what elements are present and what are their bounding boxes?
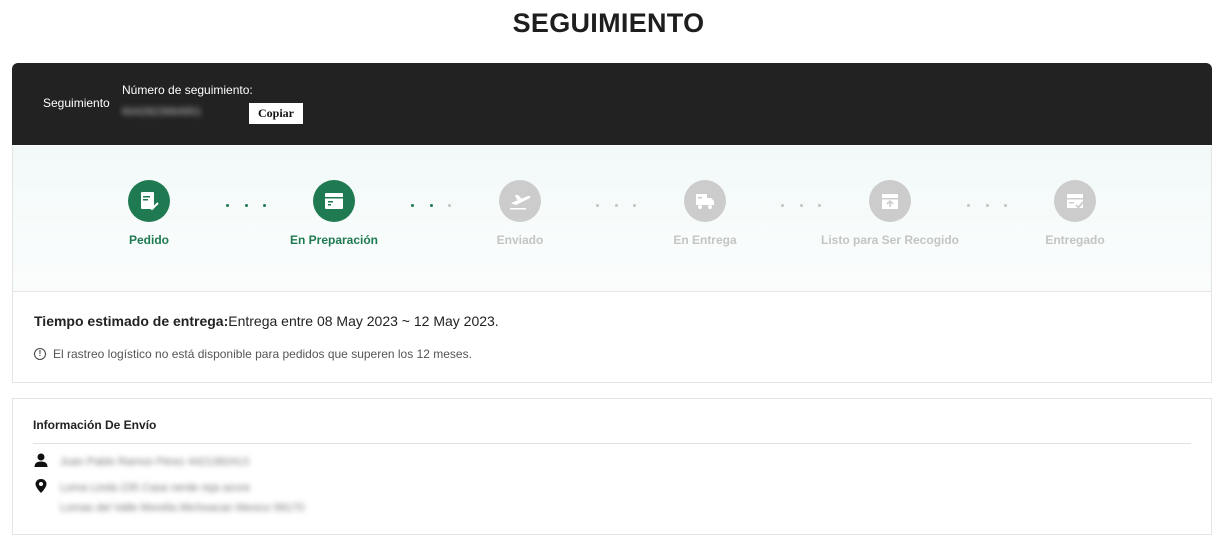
step-entregado: Entregado (995, 180, 1155, 247)
shipping-info-panel: Información De Envío Juan Pablo Ramos Pé… (12, 398, 1212, 535)
tracking-number: 6042823964951 (122, 106, 202, 118)
step-label: Enviado (496, 233, 544, 247)
tracking-number-label: Número de seguimiento: (122, 83, 253, 97)
recipient-row: Juan Pablo Ramos Pérez 4421382413 (33, 452, 249, 472)
tracking-header: Seguimiento Número de seguimiento: 60428… (12, 63, 1212, 145)
header-label: Seguimiento (43, 96, 110, 110)
address-line-1: Loma Linda 235 Casa verde reja azure (60, 482, 251, 494)
delivery-estimate-panel: Tiempo estimado de entrega:Entrega entre… (12, 291, 1212, 383)
step-pedido: Pedido (69, 180, 229, 247)
step-label: Pedido (128, 233, 169, 247)
tracking-notice: ! El rastreo logístico no está disponibl… (34, 347, 472, 361)
step-listo-para-recoger: Listo para Ser Recogido (810, 180, 970, 247)
step-enviado: Enviado (440, 180, 600, 247)
pickup-box-icon (869, 180, 911, 222)
step-label: En Entrega (673, 233, 737, 247)
eta-label: Tiempo estimado de entrega: (34, 313, 229, 329)
step-en-entrega: En Entrega (625, 180, 785, 247)
step-label: Entregado (1045, 233, 1105, 247)
info-icon: ! (34, 348, 46, 360)
copy-button[interactable]: Copiar (249, 103, 303, 124)
delivered-box-icon (1054, 180, 1096, 222)
address-line-2: Lomas del Valle Morelia Michoacan Mexico… (60, 502, 305, 514)
plane-icon (499, 180, 541, 222)
eta-value: Entrega entre 08 May 2023 ~ 12 May 2023. (228, 313, 499, 329)
step-label: Listo para Ser Recogido (820, 233, 960, 247)
step-en-preparacion: En Preparación (254, 180, 414, 247)
shipping-title: Información De Envío (33, 418, 157, 432)
eta-line: Tiempo estimado de entrega:Entrega entre… (34, 313, 499, 329)
address-row: Loma Linda 235 Casa verde reja azure Lom… (33, 478, 304, 518)
recipient-text: Juan Pablo Ramos Pérez 4421382413 (60, 456, 249, 468)
step-label: En Preparación (289, 233, 379, 247)
divider (33, 443, 1191, 444)
page-title: SEGUIMIENTO (512, 8, 705, 38)
truck-icon (684, 180, 726, 222)
person-icon (34, 453, 48, 467)
order-icon (128, 180, 170, 222)
tracking-stepper: Pedido En Preparación Enviado En Entrega… (12, 146, 1212, 292)
address-block: Loma Linda 235 Casa verde reja azure Lom… (60, 478, 304, 518)
preparing-icon (313, 180, 355, 222)
location-pin-icon (35, 479, 47, 493)
notice-text: El rastreo logístico no está disponible … (53, 347, 472, 361)
